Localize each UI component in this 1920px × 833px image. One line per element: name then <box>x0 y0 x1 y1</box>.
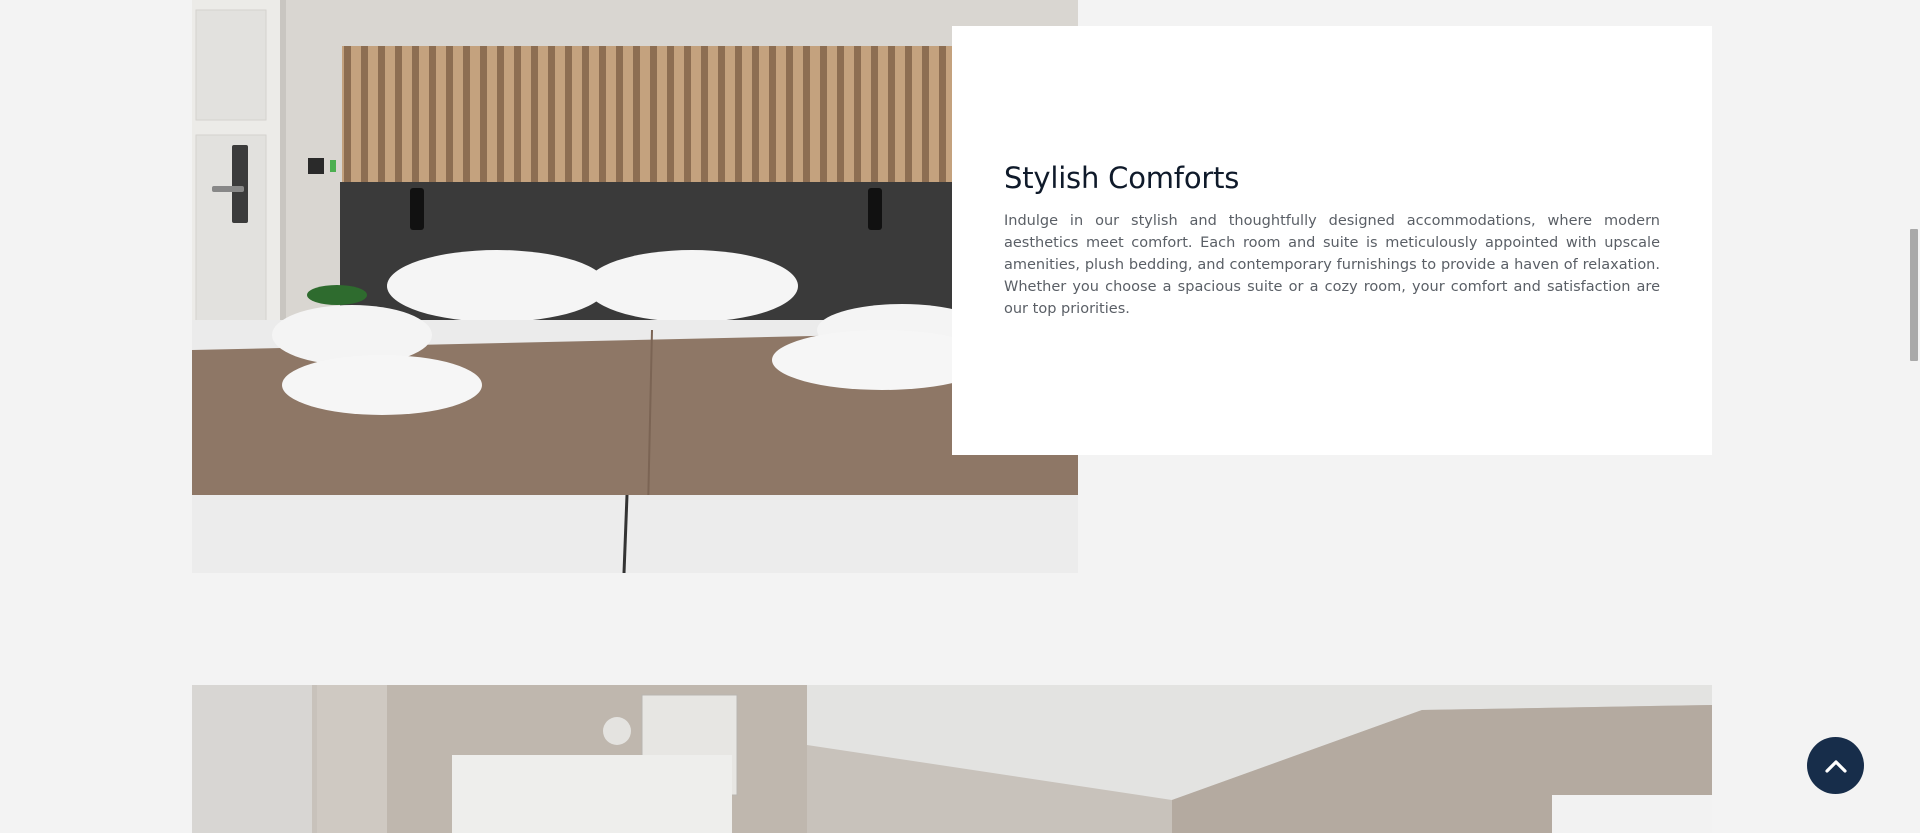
feature-title: Stylish Comforts <box>1004 161 1240 196</box>
scrollbar-track[interactable] <box>1906 0 1920 833</box>
room-photo-interior <box>192 685 1712 833</box>
back-to-top-button[interactable] <box>1807 737 1864 794</box>
room-photo-bedroom <box>192 0 1078 573</box>
scrollbar-thumb[interactable] <box>1910 229 1918 361</box>
page: Stylish Comforts Indulge in our stylish … <box>0 0 1920 833</box>
chevron-up-icon <box>1824 759 1847 773</box>
feature-card: Stylish Comforts Indulge in our stylish … <box>952 26 1712 455</box>
feature-description: Indulge in our stylish and thoughtfully … <box>1004 212 1660 317</box>
